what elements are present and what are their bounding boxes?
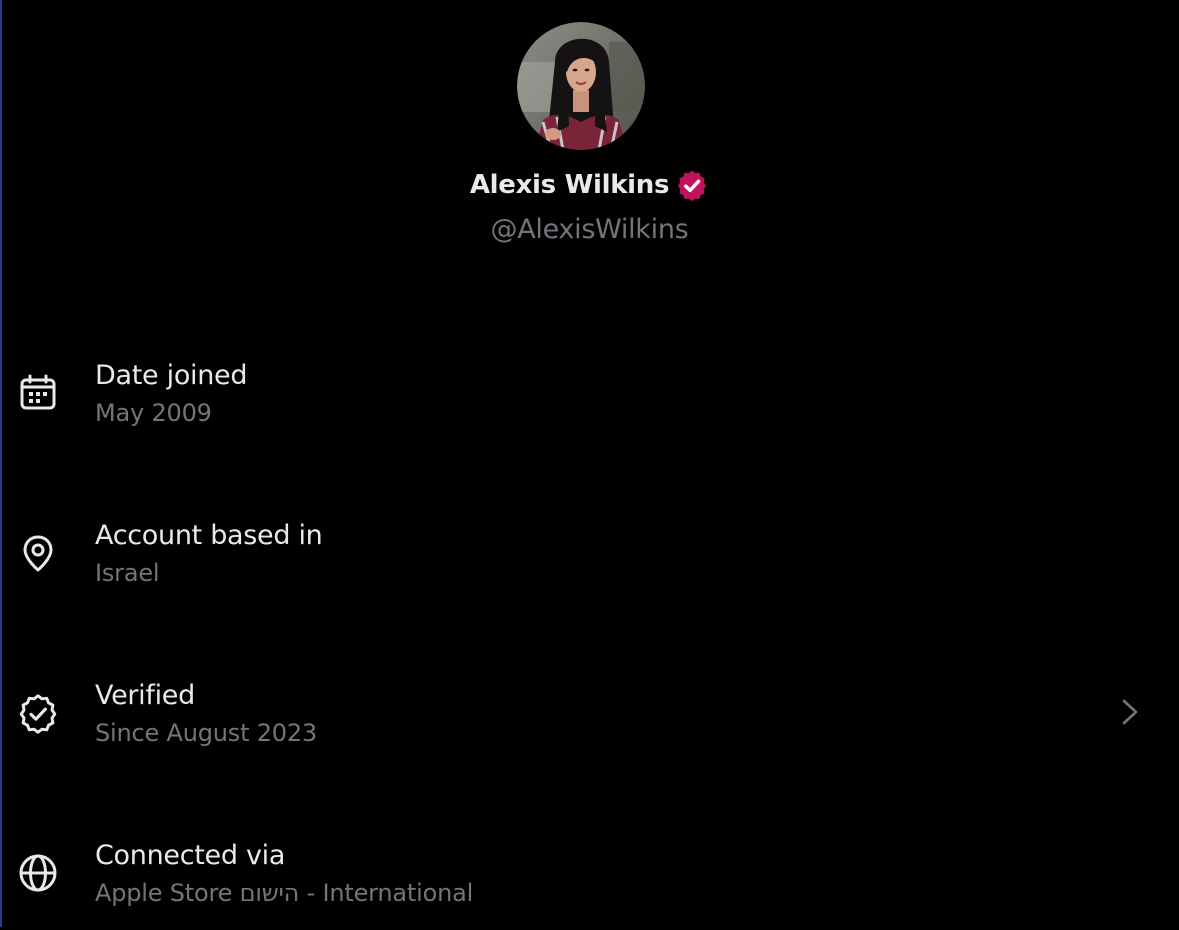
location-pin-icon [17,532,59,574]
row-title: Connected via [95,840,286,871]
row-subtitle: Israel [95,559,160,587]
name-row: Alexis Wilkins [0,168,1179,202]
chevron-right-icon[interactable] [1116,696,1144,728]
calendar-icon [17,372,59,414]
verified-badge-icon [17,692,59,734]
row-subtitle: Since August 2023 [95,719,317,747]
row-title: Verified [95,680,195,711]
info-row-connected-via: Connected via Apple Store הישום - Intern… [0,810,1179,930]
profile-header: Alexis Wilkins @AlexisWilkins [0,0,1179,260]
globe-icon [17,852,59,894]
row-subtitle: Apple Store הישום - International [95,879,474,907]
row-title: Account based in [95,520,323,551]
username-handle: @AlexisWilkins [490,214,689,245]
row-title: Date joined [95,360,248,391]
info-row-date-joined: Date joined May 2009 [0,330,1179,450]
display-name: Alexis Wilkins [469,170,670,200]
avatar[interactable] [517,22,645,150]
info-row-verified[interactable]: Verified Since August 2023 [0,650,1179,770]
avatar-photo [517,22,645,150]
row-subtitle: May 2009 [95,399,212,427]
info-row-account-location: Account based in Israel [0,490,1179,610]
verified-badge-icon[interactable] [675,168,709,202]
